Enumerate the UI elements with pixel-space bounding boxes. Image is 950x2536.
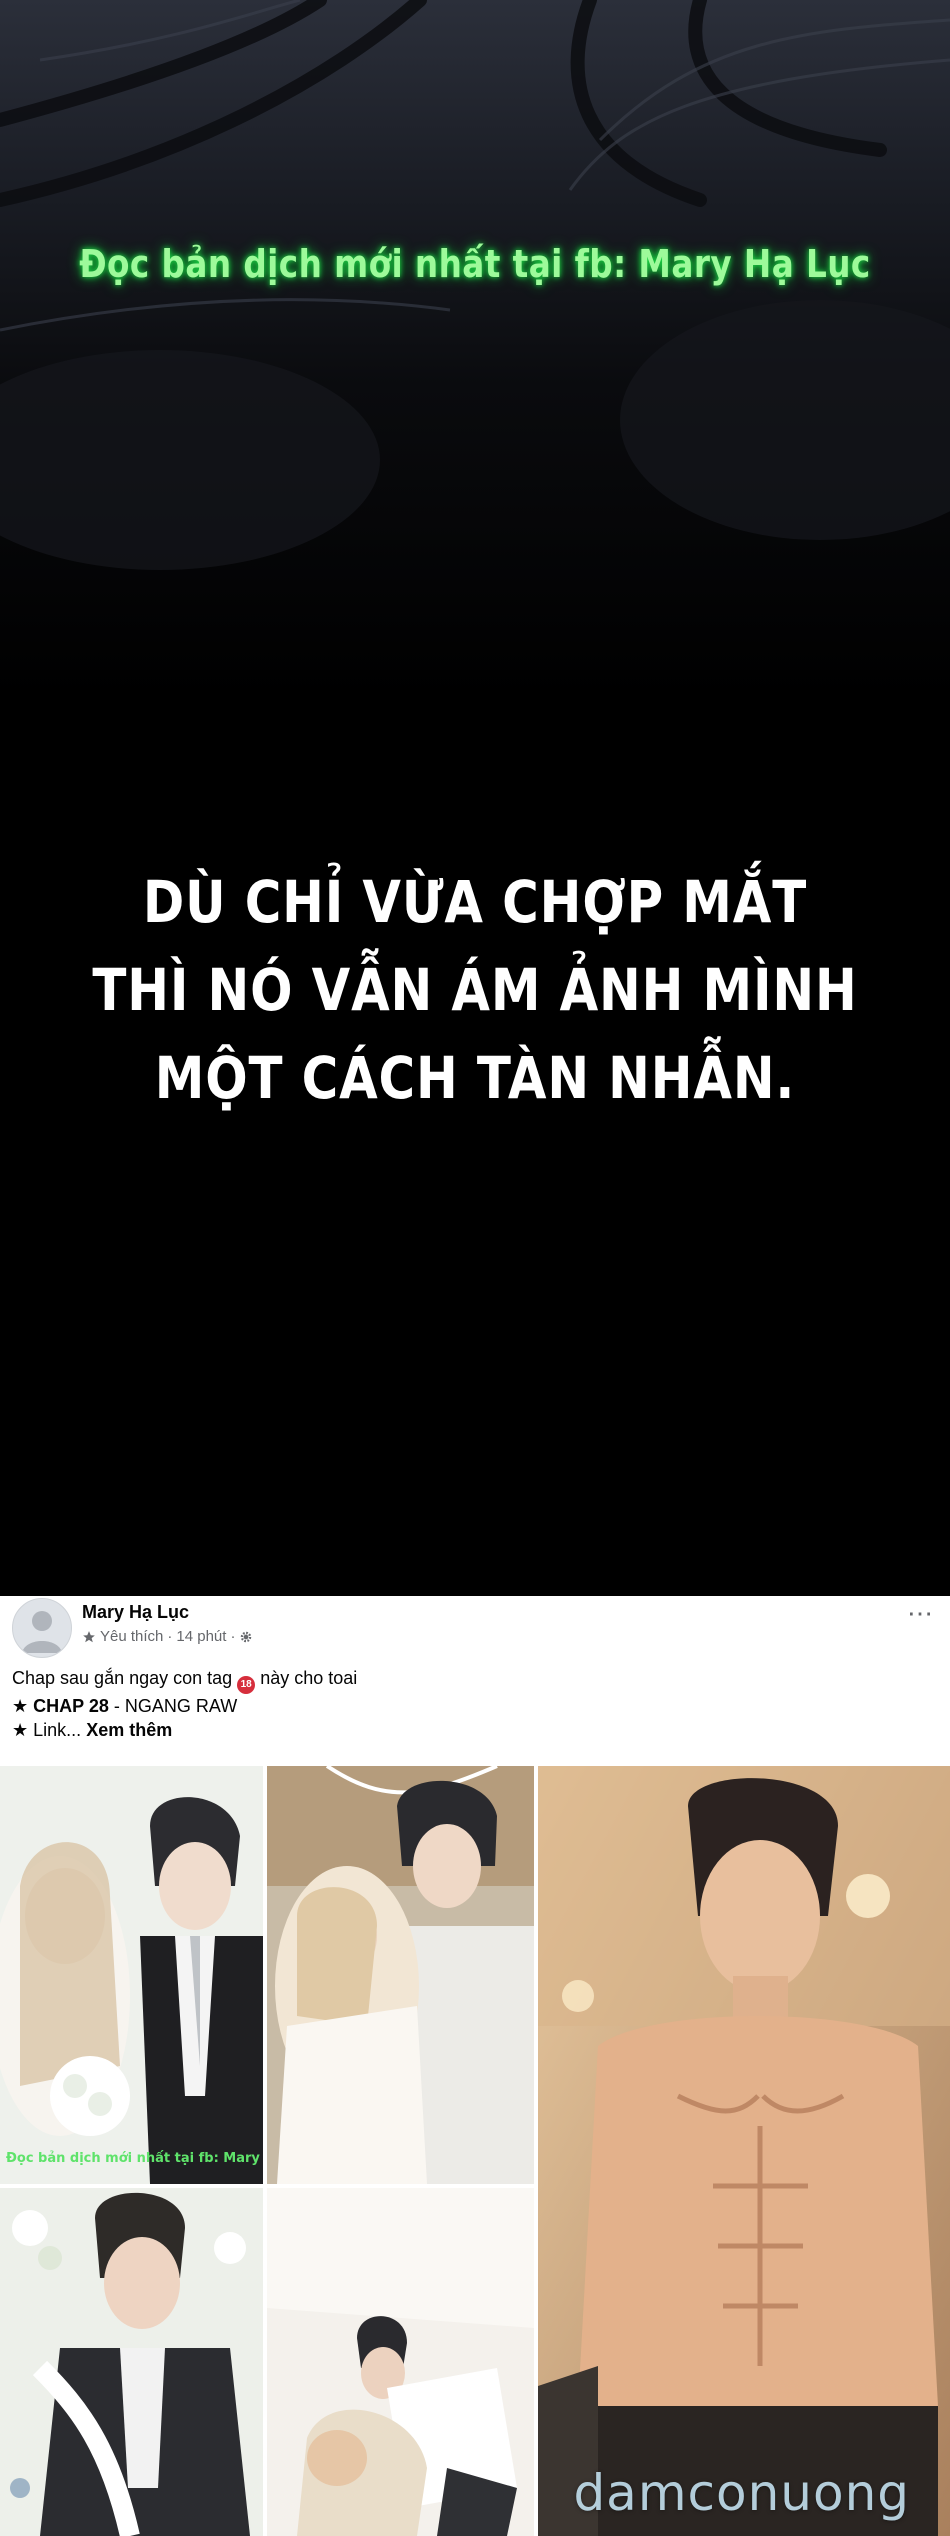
photo-tall[interactable] (538, 1766, 950, 2536)
photo-watermark: Đọc bản dịch mới nhất tại fb: Mary Hạ Lụ… (6, 2151, 263, 2166)
photo-wedding-2[interactable] (267, 1766, 534, 2184)
star-bullet-icon: ★ (12, 1696, 29, 1716)
post-header: Mary Hạ Lục Yêu thích · 14 phút · ⋯ Chap… (0, 1596, 950, 1766)
post-body: Chap sau gắn ngay con tag 18 này cho toa… (12, 1666, 357, 1742)
chapter-label: CHAP 28 (33, 1696, 109, 1716)
star-bullet-icon: ★ (12, 1720, 29, 1740)
character-illustration (538, 1766, 950, 2536)
post-line-2: ★ CHAP 28 - NGANG RAW (12, 1694, 357, 1718)
wedding-illustration-1 (0, 1766, 263, 2184)
comic-background (0, 0, 950, 1596)
post-time[interactable]: 14 phút (176, 1628, 226, 1645)
page: Đọc bản dịch mới nhất tại fb: Mary Hạ Lụ… (0, 0, 950, 2536)
post-line-3: ★ Link... Xem thêm (12, 1718, 357, 1742)
couple-illustration (267, 2188, 534, 2536)
caption-box: DÙ CHỈ VỪA CHỢP MẮT THÌ NÓ VẪN ÁM ẢNH MÌ… (0, 858, 950, 1122)
tag-emoji-icon: 18 (237, 1676, 256, 1694)
post-text-segment: Chap sau gắn ngay con tag (12, 1668, 233, 1688)
post-author-name[interactable]: Mary Hạ Lục (82, 1602, 189, 1623)
link-text: Link... (33, 1720, 82, 1740)
avatar[interactable] (12, 1598, 72, 1658)
post-like-label[interactable]: Yêu thích (100, 1628, 163, 1645)
caption-line-3: MỘT CÁCH TÀN NHẪN. (154, 1044, 796, 1112)
post-line-1: Chap sau gắn ngay con tag 18 này cho toa… (12, 1666, 357, 1694)
avatar-placeholder-icon (22, 1611, 62, 1653)
translator-watermark: Đọc bản dịch mới nhất tại fb: Mary Hạ Lụ… (79, 242, 871, 286)
photo-grid: Đọc bản dịch mới nhất tại fb: Mary Hạ Lụ… (0, 1766, 950, 2536)
facebook-post: Mary Hạ Lục Yêu thích · 14 phút · ⋯ Chap… (0, 1596, 950, 2536)
caption-line-1: DÙ CHỈ VỪA CHỢP MẮT (142, 868, 808, 936)
meta-separator: · (167, 1628, 173, 1645)
site-watermark: damconuong (573, 2464, 910, 2522)
meta-separator: · (230, 1628, 236, 1645)
wedding-illustration-2 (267, 1766, 534, 2184)
photo-couple[interactable] (267, 2188, 534, 2536)
gear-icon (241, 1631, 252, 1642)
photo-groom[interactable] (0, 2188, 263, 2536)
star-icon (83, 1630, 95, 1642)
see-more-link[interactable]: Xem thêm (86, 1720, 172, 1740)
post-meta: Yêu thích · 14 phút · (82, 1628, 253, 1645)
caption-line-2: THÌ NÓ VẪN ÁM ẢNH MÌNH (92, 956, 858, 1024)
chapter-detail: - NGANG RAW (108, 1696, 238, 1716)
more-options-icon[interactable]: ⋯ (907, 1598, 934, 1629)
comic-panel: Đọc bản dịch mới nhất tại fb: Mary Hạ Lụ… (0, 0, 950, 1596)
photo-wedding-1[interactable]: Đọc bản dịch mới nhất tại fb: Mary Hạ Lụ… (0, 1766, 263, 2184)
post-text-segment: này cho toai (260, 1668, 358, 1688)
groom-illustration (0, 2188, 263, 2536)
